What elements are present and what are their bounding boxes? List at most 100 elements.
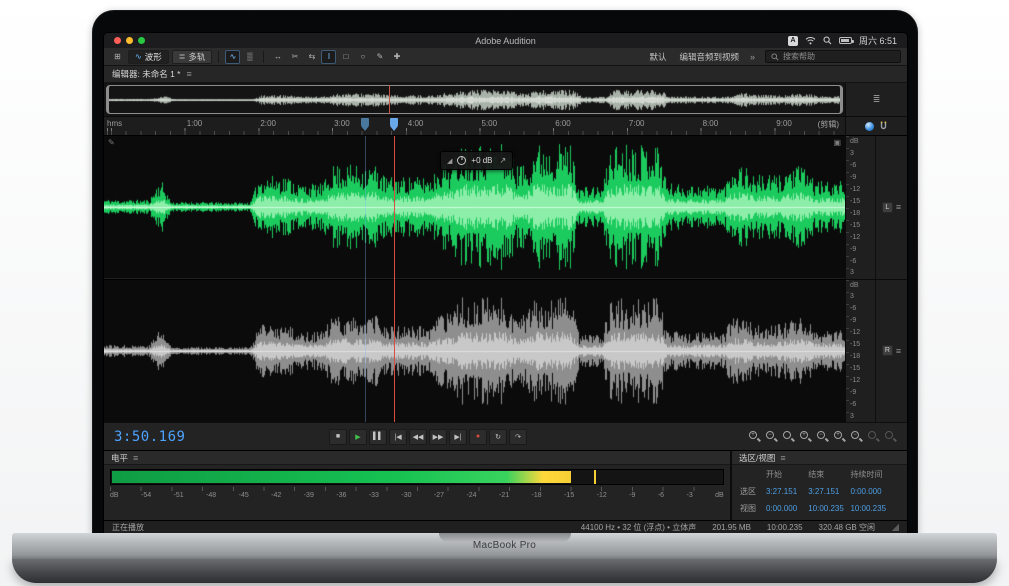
waveform-view-toggle[interactable]: ∿ bbox=[225, 50, 240, 64]
snapshot-icon[interactable]: ▣ bbox=[833, 138, 841, 147]
rewind-button[interactable]: ◀◀ bbox=[409, 429, 427, 445]
resize-grip[interactable] bbox=[891, 523, 899, 531]
ruler-unit-label: hms bbox=[107, 119, 122, 128]
level-scale-label: -15 bbox=[564, 492, 574, 499]
waveform-right-canvas[interactable] bbox=[104, 280, 845, 422]
multitrack-mode-label: 多轨 bbox=[188, 51, 205, 63]
pause-button[interactable]: ▌▌ bbox=[369, 429, 387, 445]
level-scale-label: dB bbox=[110, 492, 119, 499]
zoom-in-time-button[interactable]: + bbox=[799, 430, 812, 443]
zoom-out-time-button[interactable]: − bbox=[816, 430, 829, 443]
fast-forward-button[interactable]: ▶▶ bbox=[429, 429, 447, 445]
view-start-value[interactable]: 0:00.000 bbox=[766, 505, 808, 514]
ruler-tick-label: 6:00 bbox=[555, 119, 571, 128]
snap-toggle-icon[interactable] bbox=[865, 122, 874, 131]
razor-tool[interactable]: ✂ bbox=[287, 50, 302, 64]
loop-playback-button[interactable]: ↻ bbox=[489, 429, 507, 445]
zoom-to-selection-button[interactable] bbox=[867, 430, 880, 443]
waveform-mode-button[interactable]: ∿ 波形 bbox=[128, 50, 169, 64]
stop-button[interactable]: ■ bbox=[329, 429, 347, 445]
skip-selection-button[interactable]: ↷ bbox=[509, 429, 527, 445]
zoom-in-button[interactable]: + bbox=[748, 430, 761, 443]
lasso-selection-tool[interactable]: ○ bbox=[355, 50, 370, 64]
slip-tool[interactable]: ⇆ bbox=[304, 50, 319, 64]
levels-panel-menu-icon[interactable]: ≡ bbox=[133, 453, 138, 463]
window-controls bbox=[114, 37, 145, 44]
level-meter[interactable] bbox=[110, 469, 724, 485]
selection-view-menu-icon[interactable]: ≡ bbox=[780, 453, 785, 463]
overview-options-icon[interactable]: ≣ bbox=[873, 94, 881, 105]
input-method-icon[interactable]: A bbox=[788, 36, 798, 46]
ruler-tick-label: 1:00 bbox=[187, 119, 203, 128]
marquee-selection-tool[interactable]: □ bbox=[338, 50, 353, 64]
db-scale-label: 3 bbox=[850, 269, 875, 276]
minimize-window-button[interactable] bbox=[126, 37, 133, 44]
left-channel-badge[interactable]: L bbox=[882, 202, 893, 213]
record-button[interactable]: ● bbox=[469, 429, 487, 445]
view-duration-value[interactable]: 10:00.235 bbox=[850, 505, 899, 514]
editor-tab-title[interactable]: 编辑器: 未命名 1 * bbox=[112, 68, 180, 80]
battery-icon[interactable] bbox=[839, 37, 852, 44]
workspace-home-icon[interactable]: ⊞ bbox=[110, 50, 125, 64]
timeline-ruler[interactable]: hms (剪辑) 1:002:003:004:005:006:007:008:0… bbox=[104, 117, 845, 136]
db-gutter: dB3-6-9-12-15-18-15-12-9-63 L ≡ dB3-6-9-… bbox=[846, 136, 907, 422]
selection-marker[interactable] bbox=[361, 118, 369, 126]
ruler-tick-label: 7:00 bbox=[629, 119, 645, 128]
app-toolbar: ⊞ ∿ 波形 ≣ 多轨 ∿▒ ↔✂⇆I□○✎✚ 默认 编辑音频到视频 » bbox=[104, 48, 907, 66]
overview-view-range-box[interactable] bbox=[106, 85, 843, 114]
multitrack-mode-button[interactable]: ≣ 多轨 bbox=[172, 50, 213, 64]
zoom-reset-button[interactable] bbox=[884, 430, 897, 443]
level-scale-label: dB bbox=[715, 492, 724, 499]
skip-to-previous-button[interactable]: |◀ bbox=[389, 429, 407, 445]
selection-end-value[interactable]: 3:27.151 bbox=[808, 488, 850, 497]
right-channel-menu-icon[interactable]: ≡ bbox=[896, 346, 901, 356]
db-scale-label: -9 bbox=[850, 317, 875, 324]
workspace-default-button[interactable]: 默认 bbox=[644, 51, 671, 63]
free-space-info: 320.48 GB 空闲 bbox=[819, 522, 875, 533]
volume-hud-value[interactable]: +0 dB bbox=[471, 156, 492, 165]
magnet-icon[interactable] bbox=[879, 121, 888, 131]
spotlight-search-icon[interactable] bbox=[823, 36, 832, 45]
selection-duration-value[interactable]: 0:00.000 bbox=[850, 488, 899, 497]
close-window-button[interactable] bbox=[114, 37, 121, 44]
current-time-display[interactable]: 3:50.169 bbox=[114, 429, 234, 445]
editor-panel-header: 编辑器: 未命名 1 * ≡ bbox=[104, 66, 907, 83]
volume-hud[interactable]: ◢ +0 dB ↗ bbox=[440, 151, 513, 170]
move-tool[interactable]: ↔ bbox=[270, 50, 285, 64]
overview-navigator[interactable] bbox=[104, 83, 845, 117]
db-scale-label: -15 bbox=[850, 222, 875, 229]
panel-menu-icon[interactable]: ≡ bbox=[186, 69, 191, 79]
edit-indicator-icon[interactable]: ✎ bbox=[108, 138, 115, 147]
view-end-value[interactable]: 10:00.235 bbox=[808, 505, 850, 514]
menu-bar-clock[interactable]: 周六 6:51 bbox=[859, 34, 897, 47]
db-scale-label: -18 bbox=[850, 210, 875, 217]
waveform-area[interactable]: ✎ ▣ ◢ +0 dB ↗ bbox=[104, 136, 845, 422]
zoom-in-amplitude-button[interactable]: + bbox=[833, 430, 846, 443]
left-channel-menu-icon[interactable]: ≡ bbox=[896, 202, 901, 212]
db-scale-label: -6 bbox=[850, 258, 875, 265]
selection-view-header: 选区/视图 ≡ bbox=[732, 451, 907, 465]
spot-healing-brush-tool[interactable]: ✚ bbox=[389, 50, 404, 64]
spectral-view-toggle[interactable]: ▒ bbox=[242, 50, 257, 64]
help-search-box[interactable] bbox=[765, 50, 901, 63]
paintbrush-selection-tool[interactable]: ✎ bbox=[372, 50, 387, 64]
help-search-input[interactable] bbox=[783, 52, 895, 61]
db-scale-label: -15 bbox=[850, 198, 875, 205]
wifi-icon[interactable] bbox=[805, 36, 816, 45]
right-channel-badge[interactable]: R bbox=[882, 345, 893, 356]
skip-to-next-button[interactable]: ▶| bbox=[449, 429, 467, 445]
zoom-full-button[interactable] bbox=[782, 430, 795, 443]
zoom-out-amplitude-button[interactable]: − bbox=[850, 430, 863, 443]
hud-pin-icon[interactable]: ↗ bbox=[500, 156, 507, 165]
volume-knob[interactable] bbox=[457, 156, 466, 165]
playhead-marker[interactable] bbox=[390, 118, 398, 126]
selection-start-value[interactable]: 3:27.151 bbox=[766, 488, 808, 497]
zoom-out-button[interactable]: − bbox=[765, 430, 778, 443]
zoom-window-button[interactable] bbox=[138, 37, 145, 44]
time-selection-tool[interactable]: I bbox=[321, 50, 336, 64]
selection-row-label: 选区 bbox=[740, 488, 766, 497]
workspace-overflow-button[interactable]: » bbox=[747, 52, 758, 62]
play-button[interactable]: ▶ bbox=[349, 429, 367, 445]
clip-label: (剪辑) bbox=[818, 119, 839, 130]
workspace-edit-audio-to-video-button[interactable]: 编辑音频到视频 bbox=[674, 51, 744, 63]
